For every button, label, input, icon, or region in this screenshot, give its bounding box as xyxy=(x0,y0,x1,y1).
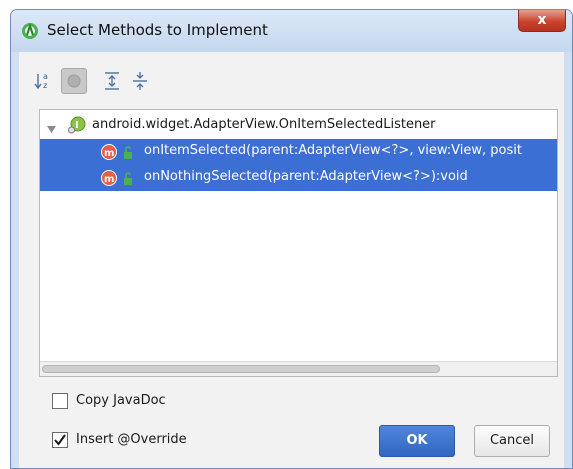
svg-text:I: I xyxy=(75,120,79,131)
ok-button[interactable]: OK xyxy=(379,425,455,457)
title-bar[interactable]: Select Methods to Implement x xyxy=(11,10,572,52)
tree-node-method[interactable]: m onNothingSelected(parent:AdapterView<?… xyxy=(40,165,557,191)
method-icon: m xyxy=(100,143,118,165)
toolbar: a z xyxy=(31,68,231,98)
android-studio-icon xyxy=(21,22,39,40)
collapse-arrow-icon[interactable] xyxy=(46,120,57,139)
interface-icon: I xyxy=(68,116,86,138)
svg-text:m: m xyxy=(104,174,114,185)
show-classes-icon xyxy=(67,74,81,88)
collapse-all-icon xyxy=(133,72,147,90)
method-icon: m xyxy=(100,169,118,191)
copy-javadoc-checkbox[interactable] xyxy=(52,393,68,409)
select-methods-dialog: Select Methods to Implement x a z I andr… xyxy=(10,9,573,469)
insert-override-label: Insert @Override xyxy=(76,432,187,447)
public-access-icon xyxy=(122,145,134,164)
methods-tree[interactable]: I android.widget.AdapterView.OnItemSelec… xyxy=(39,109,558,377)
sort-alphabetically-icon: a z xyxy=(34,72,48,90)
svg-text:m: m xyxy=(104,148,114,159)
copy-javadoc-label: Copy JavaDoc xyxy=(76,393,166,408)
interface-label: android.widget.AdapterView.OnItemSelecte… xyxy=(92,117,436,132)
scrollbar-thumb[interactable] xyxy=(42,365,440,373)
collapse-all-button[interactable] xyxy=(127,68,153,94)
insert-override-checkbox[interactable] xyxy=(52,432,68,448)
method-label: onNothingSelected(parent:AdapterView<?>)… xyxy=(144,169,468,184)
public-access-icon xyxy=(122,171,134,190)
method-label: onItemSelected(parent:AdapterView<?>, vi… xyxy=(144,143,522,158)
sort-alphabetically-button[interactable]: a z xyxy=(31,68,57,94)
checkmark-icon xyxy=(54,434,66,446)
horizontal-scrollbar[interactable] xyxy=(40,361,557,376)
dialog-title: Select Methods to Implement xyxy=(47,21,268,39)
expand-all-button[interactable] xyxy=(99,68,125,94)
dialog-content: a z I android.widget.AdapterView.OnItemS… xyxy=(19,52,564,468)
cancel-button[interactable]: Cancel xyxy=(474,425,550,457)
svg-text:z: z xyxy=(43,81,47,90)
close-button[interactable]: x xyxy=(518,10,566,32)
svg-text:a: a xyxy=(43,72,48,81)
show-classes-button[interactable] xyxy=(61,68,87,94)
tree-node-interface[interactable]: I android.widget.AdapterView.OnItemSelec… xyxy=(40,113,557,139)
tree-node-method[interactable]: m onItemSelected(parent:AdapterView<?>, … xyxy=(40,139,557,165)
expand-all-icon xyxy=(105,72,119,90)
close-icon: x xyxy=(537,12,547,28)
